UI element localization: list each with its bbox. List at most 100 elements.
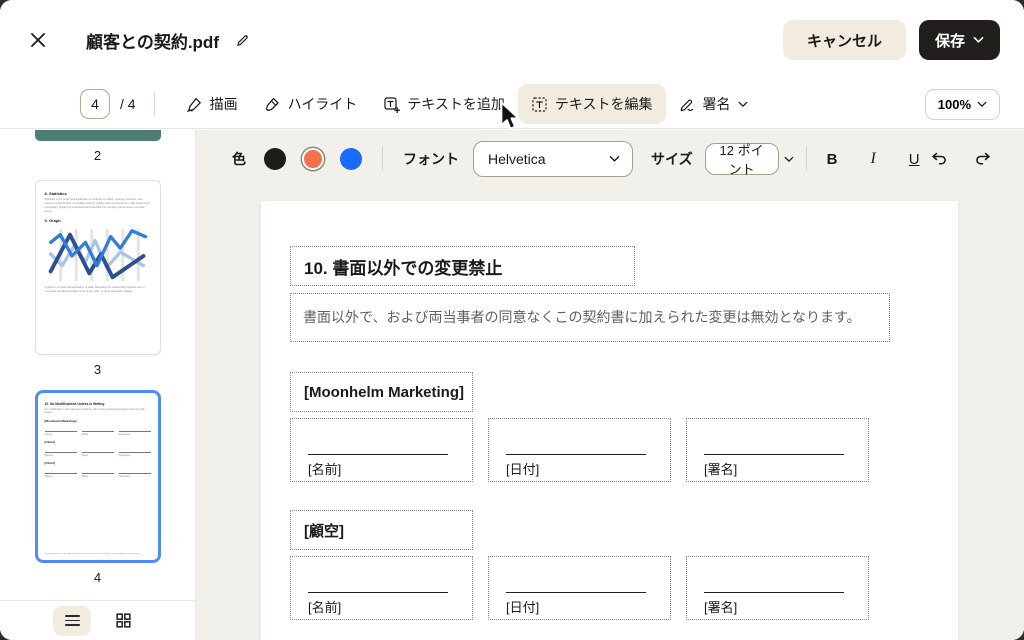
draw-tool-button[interactable]: 描画 <box>173 84 251 124</box>
thumb3-heading-statistics: 8. Statistics <box>44 191 67 196</box>
document-canvas: 色 フォント Helvetica サイズ 12 ポイント B I U 10. 書… <box>196 130 1024 640</box>
editable-name-field[interactable]: [名前] <box>290 556 473 620</box>
draw-icon <box>186 96 203 113</box>
thumb3-paragraph: Statistics is the study and application … <box>44 197 150 213</box>
divider <box>153 92 155 116</box>
signature-line <box>308 454 448 455</box>
thumb3-heading-graph: 9. Graph <box>44 217 61 223</box>
sidebar-view-toggle <box>0 600 195 640</box>
page-2-thumbnail[interactable] <box>34 130 161 141</box>
color-label: 色 <box>232 151 246 167</box>
zoom-level-dropdown[interactable]: 100% <box>924 88 1000 120</box>
signature-tool-label: 署名 <box>702 96 731 112</box>
thumb3-line-chart <box>45 225 151 285</box>
edit-text-tool-button[interactable]: テキストを編集 <box>517 84 666 124</box>
italic-button[interactable]: I <box>864 146 881 172</box>
edit-text-icon <box>531 96 548 113</box>
color-swatch-black[interactable] <box>264 148 286 170</box>
zoom-level-value: 100% <box>937 96 971 112</box>
name-field-label: [名前] <box>308 462 342 477</box>
signature-tool-button[interactable]: 署名 <box>666 84 761 124</box>
grid-view-button[interactable] <box>104 606 142 636</box>
size-select[interactable]: 12 ポイント <box>704 143 779 177</box>
list-view-icon <box>64 615 80 626</box>
rename-button[interactable] <box>231 29 254 52</box>
save-button[interactable]: 保存 <box>918 20 1000 60</box>
size-chevron-down-icon[interactable] <box>784 156 794 163</box>
add-text-tool-button[interactable]: テキストを追加 <box>370 84 518 124</box>
editable-signature-field[interactable]: [署名] <box>686 556 869 620</box>
color-swatch-orange-selected[interactable] <box>302 148 324 170</box>
editable-date-field[interactable]: [日付] <box>488 556 671 620</box>
signature-line <box>704 592 844 593</box>
thumb4-name-label: (Name) <box>44 475 53 478</box>
editable-party1-box[interactable]: [Moonhelm Marketing] <box>290 372 473 412</box>
thumb4-heading: 10. No Modifications Unless in Writing <box>44 402 105 406</box>
grid-view-icon <box>115 613 131 628</box>
add-text-icon <box>383 96 401 113</box>
signature-line <box>308 592 448 593</box>
redo-button[interactable] <box>970 148 996 171</box>
cancel-button[interactable]: キャンセル <box>782 20 906 60</box>
editable-date-field[interactable]: [日付] <box>488 418 671 482</box>
bold-button[interactable]: B <box>821 147 844 172</box>
list-view-button[interactable] <box>53 605 91 636</box>
page-number-input[interactable]: 4 <box>80 89 110 119</box>
page-4-thumbnail-selected[interactable]: 10. No Modifications Unless in Writing N… <box>34 390 161 563</box>
document-title: 顧客との契約.pdf <box>86 32 219 52</box>
thumb4-paragraph: No modification on this agreement shall … <box>44 407 145 415</box>
edit-text-tool-label: テキストを編集 <box>554 96 653 112</box>
thumb4-date-label: (Date) <box>81 454 89 457</box>
thumb4-date-label: (Date) <box>81 433 89 436</box>
thumb4-date-label: (Date) <box>81 475 89 478</box>
text-format-bar: 色 フォント Helvetica サイズ 12 ポイント B I U <box>196 140 1024 178</box>
thumbnail-sidebar: 2 8. Statistics Statistics is the study … <box>0 130 196 640</box>
signature-line <box>704 454 844 455</box>
page-4-label: 4 <box>93 570 102 585</box>
page-3-label: 3 <box>93 362 102 377</box>
signature-line <box>506 592 646 593</box>
signature-line <box>506 454 646 455</box>
editable-paragraph-box[interactable]: 書面以外で、および両当事者の同意なくこの契約書に加えられた変更は無効となります。 <box>290 293 890 342</box>
thumb4-company: [Moonhelm Marketing] <box>44 419 77 423</box>
header: 顧客との契約.pdf キャンセル 保存 <box>0 0 1024 80</box>
signature-field-label: [署名] <box>704 462 738 477</box>
page-2-label: 2 <box>93 148 102 163</box>
close-icon <box>28 30 48 50</box>
highlight-tool-button[interactable]: ハイライト <box>251 84 371 124</box>
thumb4-client: [Client] <box>44 440 55 444</box>
thumb4-client: [Client] <box>44 461 55 465</box>
thumb4-signature-label: (Signature) <box>118 475 131 478</box>
thumb4-signature-label: (Signature) <box>118 454 131 457</box>
signature-field-label: [署名] <box>704 600 738 615</box>
thumb4-signature-label: (Signature) <box>118 433 131 436</box>
font-select[interactable]: Helvetica <box>473 141 633 177</box>
chevron-down-icon <box>973 36 984 44</box>
page-3-thumbnail[interactable]: 8. Statistics Statistics is the study an… <box>34 180 161 355</box>
highlighter-icon <box>264 96 281 113</box>
undo-icon <box>930 152 948 167</box>
underline-button[interactable]: U <box>903 147 926 172</box>
add-text-tool-label: テキストを追加 <box>407 96 505 112</box>
font-select-value: Helvetica <box>488 151 546 167</box>
size-label: サイズ <box>651 151 693 167</box>
signature-pen-icon <box>679 96 696 113</box>
redo-icon <box>974 152 992 167</box>
editable-signature-field[interactable]: [署名] <box>686 418 869 482</box>
page-total: / 4 <box>120 96 136 112</box>
chevron-down-icon <box>609 155 620 163</box>
date-field-label: [日付] <box>506 600 540 615</box>
size-select-value: 12 ポイント <box>719 143 764 177</box>
editable-name-field[interactable]: [名前] <box>290 418 473 482</box>
color-swatch-blue[interactable] <box>340 148 362 170</box>
thumb4-name-label: (Name) <box>44 433 53 436</box>
close-button[interactable] <box>24 26 52 54</box>
thumb4-name-label: (Name) <box>44 454 53 457</box>
editable-heading-box[interactable]: 10. 書面以外での変更禁止 <box>290 246 635 286</box>
font-label: フォント <box>403 151 459 167</box>
thumb4-footer: No modification on this agreement shall … <box>44 553 140 555</box>
thumb3-caption: A graph is a visual representation of da… <box>44 286 145 294</box>
editable-party2-box[interactable]: [顧空] <box>290 510 473 550</box>
undo-button[interactable] <box>926 148 952 171</box>
pdf-editor-window: 顧客との契約.pdf キャンセル 保存 4 / 4 描画 ハイライト テキストを… <box>0 0 1024 640</box>
